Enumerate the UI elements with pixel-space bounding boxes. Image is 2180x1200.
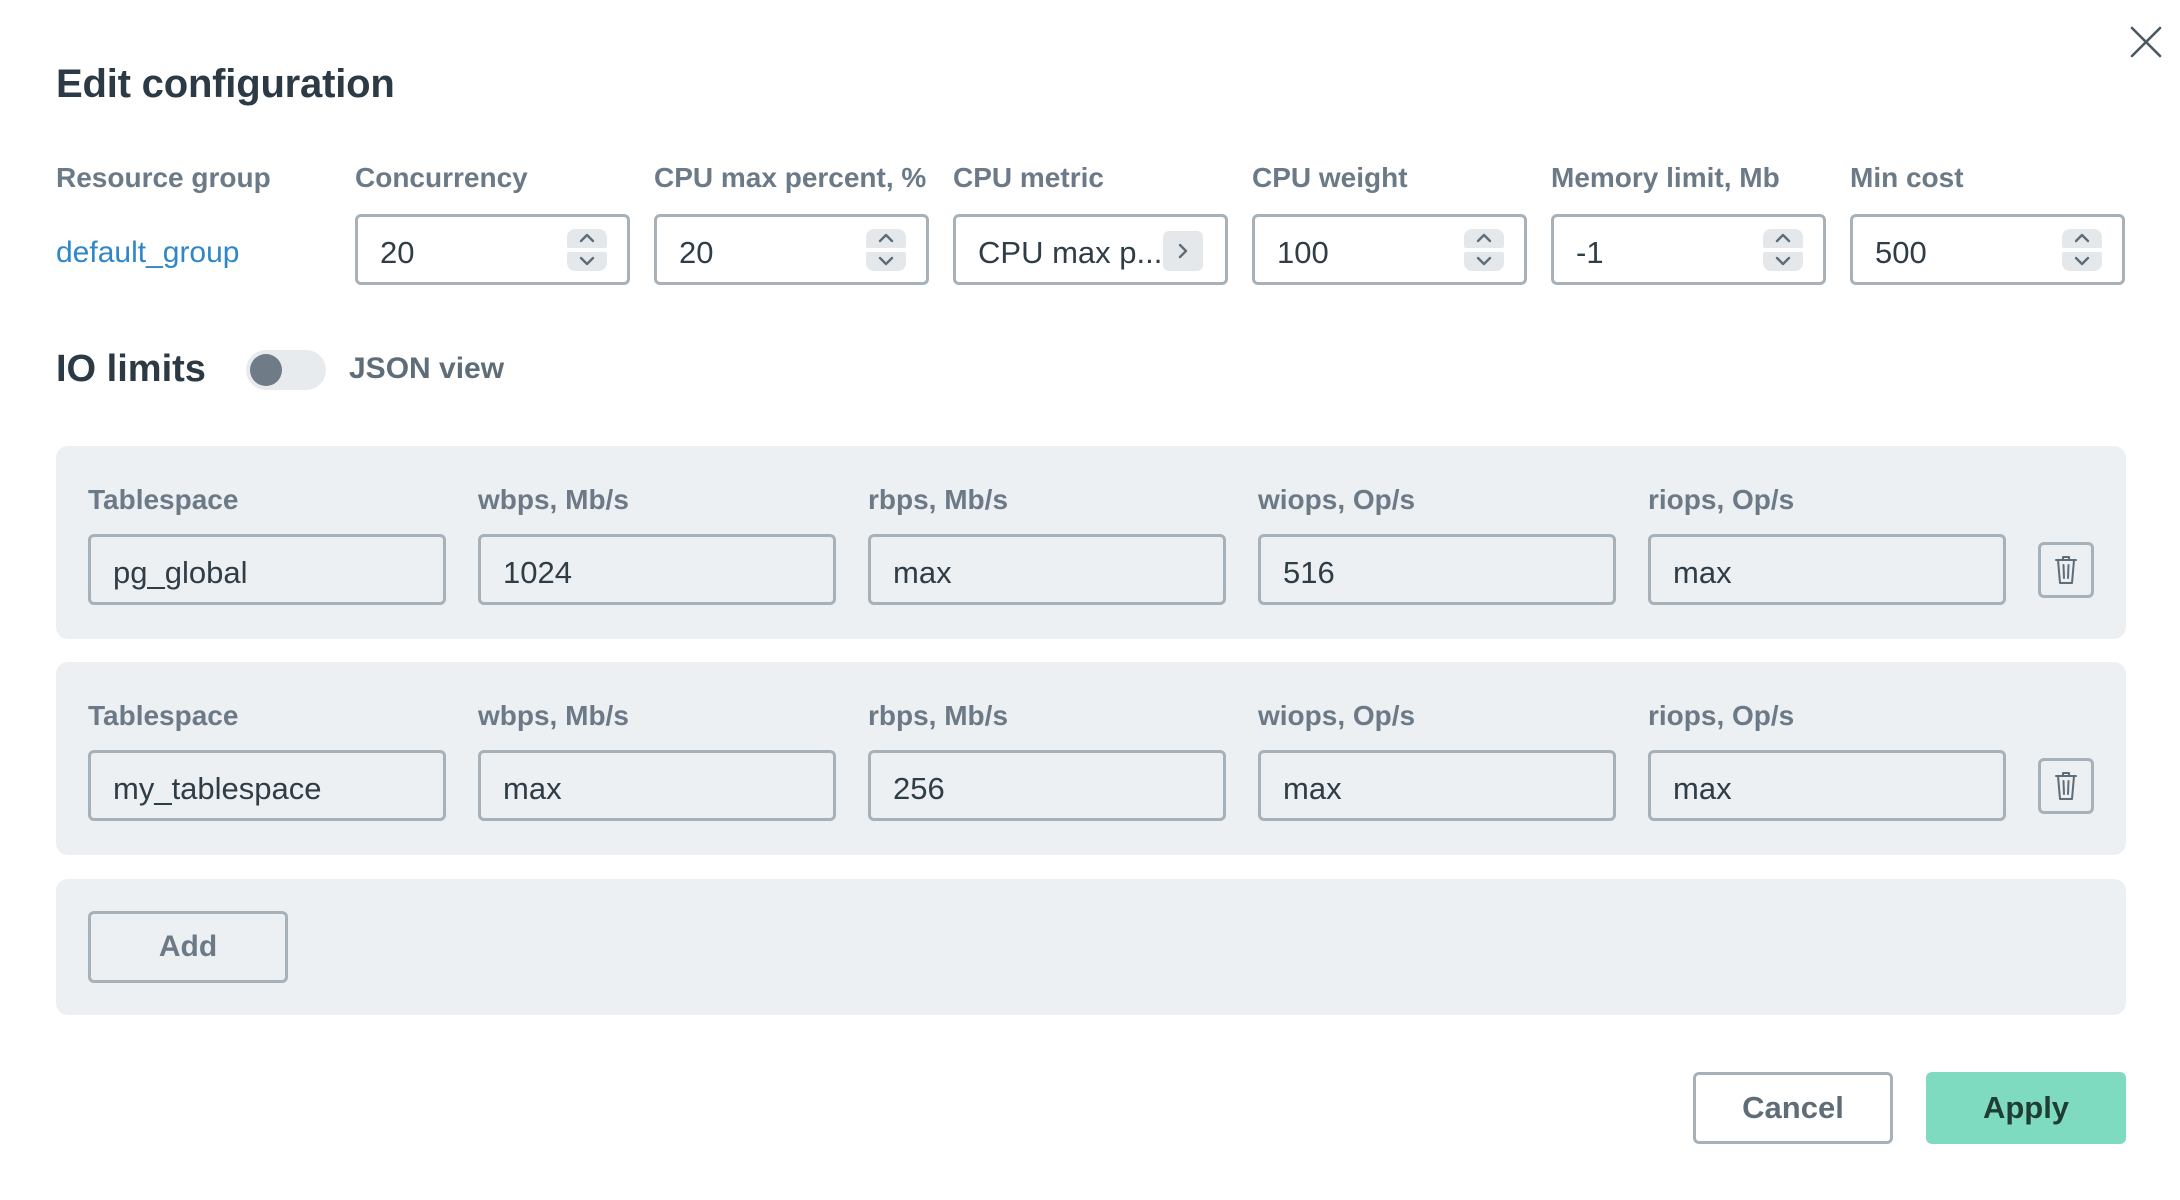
decrement-button[interactable] [1763,252,1803,271]
chevron-up-icon [878,233,894,243]
tablespace-label: Tablespace [88,700,239,731]
wbps-input[interactable]: max [478,750,836,821]
memory-limit-input[interactable]: -1 [1551,214,1826,285]
wiops-label: wiops, Op/s [1258,484,1416,515]
add-button[interactable]: Add [88,911,288,983]
min-cost-label: Min cost [1850,162,1964,193]
add-row-panel: Add [56,879,2126,1015]
concurrency-input[interactable]: 20 [355,214,630,285]
riops-value: max [1673,771,1732,806]
rbps-label: rbps, Mb/s [868,700,1009,731]
tablespace-value: pg_global [113,555,248,590]
increment-button[interactable] [2062,229,2102,248]
wiops-value: max [1283,771,1342,806]
cpu-metric-label: CPU metric [953,162,1104,193]
tablespace-value: my_tablespace [113,771,322,806]
wiops-input[interactable]: max [1258,750,1616,821]
wbps-input[interactable]: 1024 [478,534,836,605]
tablespace-input[interactable]: pg_global [88,534,446,605]
increment-button[interactable] [1763,229,1803,248]
chevron-down-icon [2074,256,2090,266]
delete-row-button[interactable] [2038,542,2094,598]
chevron-up-icon [2074,233,2090,243]
chevron-down-icon [878,256,894,266]
chevron-down-icon [1476,256,1492,266]
min-cost-stepper [2062,229,2102,271]
cpu-max-percent-input[interactable]: 20 [654,214,929,285]
io-limit-row: Tablespace wbps, Mb/s rbps, Mb/s wiops, … [56,446,2126,639]
cpu-max-percent-label: CPU max percent, % [654,162,927,193]
resource-group-link[interactable]: default_group [56,236,240,270]
increment-button[interactable] [567,229,607,248]
cpu-weight-value: 100 [1277,235,1329,270]
min-cost-input[interactable]: 500 [1850,214,2125,285]
rbps-label: rbps, Mb/s [868,484,1009,515]
decrement-button[interactable] [567,252,607,271]
tablespace-label: Tablespace [88,484,239,515]
riops-value: max [1673,555,1732,590]
chevron-down-icon [1775,256,1791,266]
cpu-metric-select[interactable]: CPU max p... [953,214,1228,285]
dialog-title: Edit configuration [56,62,395,106]
json-view-label: JSON view [349,352,505,385]
increment-button[interactable] [866,229,906,248]
cancel-button[interactable]: Cancel [1693,1072,1893,1144]
rbps-value: max [893,555,952,590]
cpu-weight-stepper [1464,229,1504,271]
rbps-input[interactable]: max [868,534,1226,605]
resource-group-label: Resource group [56,162,271,193]
cpu-metric-open-button[interactable] [1163,231,1203,271]
close-icon[interactable] [2126,22,2166,62]
riops-input[interactable]: max [1648,750,2006,821]
concurrency-value: 20 [380,235,415,270]
io-limit-row: Tablespace wbps, Mb/s rbps, Mb/s wiops, … [56,662,2126,855]
delete-row-button[interactable] [2038,758,2094,814]
chevron-up-icon [1476,233,1492,243]
tablespace-input[interactable]: my_tablespace [88,750,446,821]
toggle-knob [250,354,282,386]
memory-limit-label: Memory limit, Mb [1551,162,1780,193]
wiops-label: wiops, Op/s [1258,700,1416,731]
min-cost-value: 500 [1875,235,1927,270]
cpu-weight-label: CPU weight [1252,162,1408,193]
concurrency-stepper [567,229,607,271]
rbps-value: 256 [893,771,945,806]
wbps-label: wbps, Mb/s [478,700,629,731]
riops-input[interactable]: max [1648,534,2006,605]
trash-icon [2055,772,2077,800]
riops-label: riops, Op/s [1648,700,1795,731]
wiops-value: 516 [1283,555,1335,590]
concurrency-label: Concurrency [355,162,528,193]
cpu-max-percent-stepper [866,229,906,271]
cpu-weight-input[interactable]: 100 [1252,214,1527,285]
decrement-button[interactable] [2062,252,2102,271]
chevron-up-icon [579,233,595,243]
decrement-button[interactable] [1464,252,1504,271]
decrement-button[interactable] [866,252,906,271]
cpu-metric-value: CPU max p... [978,235,1163,270]
apply-button[interactable]: Apply [1926,1072,2126,1144]
rbps-input[interactable]: 256 [868,750,1226,821]
riops-label: riops, Op/s [1648,484,1795,515]
increment-button[interactable] [1464,229,1504,248]
cpu-max-percent-value: 20 [679,235,714,270]
wbps-label: wbps, Mb/s [478,484,629,515]
chevron-down-icon [579,256,595,266]
json-view-toggle[interactable] [246,350,326,390]
chevron-up-icon [1775,233,1791,243]
wiops-input[interactable]: 516 [1258,534,1616,605]
memory-limit-value: -1 [1576,235,1604,270]
io-limits-title: IO limits [56,348,206,390]
wbps-value: 1024 [503,555,572,590]
memory-limit-stepper [1763,229,1803,271]
chevron-right-icon [1178,243,1188,259]
wbps-value: max [503,771,562,806]
trash-icon [2055,556,2077,584]
